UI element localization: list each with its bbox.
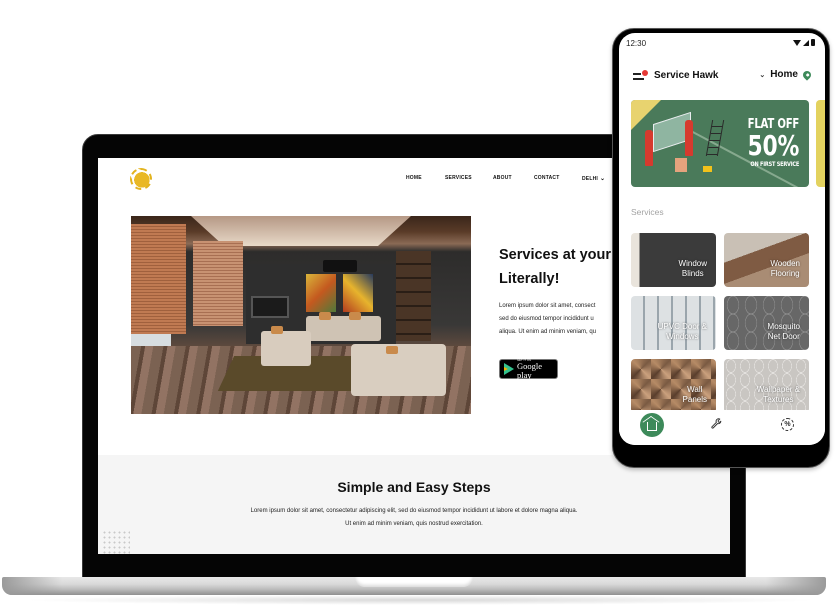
google-play-button[interactable]: GET IT ON Google play	[499, 359, 558, 379]
chevron-down-icon: ⌄	[759, 71, 766, 79]
home-icon	[647, 422, 657, 431]
steps-description: Lorem ipsum dolor sit amet, consectetur …	[98, 505, 730, 530]
steps-section: Simple and Easy Steps Lorem ipsum dolor …	[98, 455, 730, 554]
city-label: DELHI	[582, 176, 598, 182]
service-label: Wallpaper & Textures	[757, 385, 800, 405]
service-tile-mosquito-net-door[interactable]: Mosquito Net Door	[724, 296, 809, 350]
status-bar: 12:30	[619, 33, 825, 53]
service-label-line: Wooden	[770, 259, 800, 268]
service-label: Wall Panels	[683, 385, 707, 405]
service-label-line: Textures	[763, 395, 794, 404]
service-label: UPVC Door & Windows	[658, 322, 707, 342]
device-mockup: HOME SERVICES ABOUT CONTACT DELHI ⌄ Serv…	[0, 0, 839, 611]
service-label: Mosquito Net Door	[768, 322, 800, 342]
service-label-line: Wallpaper &	[756, 385, 800, 394]
wrench-icon[interactable]	[710, 418, 723, 434]
stool-illustration	[675, 158, 687, 172]
cushion	[319, 312, 331, 320]
television	[251, 296, 289, 318]
service-label-line: Window	[678, 259, 707, 268]
wrench-glyph	[711, 418, 722, 429]
service-label-line: Wall	[687, 385, 703, 394]
battery-icon	[811, 39, 815, 46]
painting	[306, 274, 336, 312]
window-blind	[193, 241, 243, 326]
service-label-line: Panels	[682, 395, 707, 404]
cushion	[386, 346, 398, 354]
location-label: Home	[770, 69, 798, 80]
window-blind	[131, 224, 186, 334]
bottom-nav: %	[619, 410, 825, 445]
worker-illustration	[645, 130, 653, 166]
hero-title-line: Literally!	[499, 271, 560, 287]
service-label: Window Blinds	[679, 259, 707, 279]
cushion	[349, 312, 361, 320]
sofa	[306, 316, 381, 341]
next-promo-banner-peek[interactable]	[816, 100, 825, 187]
offers-icon[interactable]: %	[781, 418, 794, 431]
notification-dot-icon	[642, 70, 648, 76]
location-selector[interactable]: ⌄ Home	[759, 68, 813, 81]
service-label-line: Net Door	[767, 332, 800, 341]
ladder-illustration	[705, 120, 725, 156]
google-play-text: GET IT ON Google play	[517, 359, 557, 380]
wifi-icon	[793, 39, 801, 46]
laptop-trackpad-notch	[355, 577, 473, 587]
steps-text-line: Ut enim ad minim veniam, quis nostrud ex…	[345, 520, 483, 527]
service-label-line: Blinds	[681, 269, 704, 278]
location-pin-icon	[801, 68, 813, 81]
offer-percent: 50%	[747, 129, 799, 162]
service-label-line: Windows	[666, 332, 699, 341]
offer-line: ON FIRST SERVICE	[750, 160, 799, 168]
hero-title-line: Services at your	[499, 247, 612, 263]
nav-home-button[interactable]	[640, 413, 664, 437]
worker-illustration	[685, 120, 693, 156]
nav-contact[interactable]: CONTACT	[534, 175, 559, 181]
cushion	[271, 326, 283, 334]
dot-pattern-decoration	[102, 530, 130, 554]
painting	[343, 274, 373, 312]
promo-banner[interactable]: FLAT OFF 50% ON FIRST SERVICE	[631, 100, 809, 187]
status-time: 12:30	[626, 39, 647, 48]
phone-screen: 12:30 Service Hawk ⌄ Home FLAT OFF 50% O…	[619, 33, 825, 445]
chevron-down-icon: ⌄	[600, 176, 606, 182]
toolbox-illustration	[703, 166, 712, 172]
pendant-lamp	[323, 260, 357, 272]
badge-label: Google play	[517, 360, 543, 380]
app-title: Service Hawk	[654, 70, 719, 81]
hero-text-line: Lorem ipsum dolor sit amet, consect	[499, 303, 596, 309]
service-label-line: UPVC Door &	[657, 322, 707, 331]
sofa	[351, 344, 446, 396]
service-label: Wooden Flooring	[770, 259, 800, 279]
nav-services[interactable]: SERVICES	[445, 175, 472, 181]
status-icons	[793, 39, 815, 46]
hero-title: Services at your Literally!	[499, 243, 611, 291]
banner-offer-text: FLAT OFF 50% ON FIRST SERVICE	[747, 118, 799, 168]
steps-title: Simple and Easy Steps	[337, 479, 491, 495]
hawk-logo-icon[interactable]	[130, 168, 152, 190]
services-heading: Services	[631, 207, 664, 217]
service-tile-upvc-door-windows[interactable]: UPVC Door & Windows	[631, 296, 716, 350]
app-bar: Service Hawk ⌄ Home	[619, 66, 825, 88]
service-tile-wooden-flooring[interactable]: Wooden Flooring	[724, 233, 809, 287]
service-label-line: Flooring	[770, 269, 800, 278]
nav-city-dropdown[interactable]: DELHI ⌄	[582, 175, 605, 182]
bookshelf	[396, 251, 431, 341]
armchair	[261, 331, 311, 366]
hero-living-room-image	[131, 216, 471, 414]
hero-description: Lorem ipsum dolor sit amet, consect sed …	[499, 300, 596, 339]
signal-icon	[803, 39, 809, 46]
google-play-icon	[504, 363, 514, 375]
service-tile-window-blinds[interactable]: Window Blinds	[631, 233, 716, 287]
laptop-shadow	[20, 595, 820, 605]
steps-text-line: Lorem ipsum dolor sit amet, consectetur …	[250, 508, 578, 514]
hero-text-line: aliqua. Ut enim ad minim veniam, qu	[499, 329, 597, 335]
service-tile-wallpaper-textures[interactable]: Wallpaper & Textures	[724, 359, 809, 413]
service-label-line: Mosquito	[767, 322, 800, 331]
service-tile-wall-panels[interactable]: Wall Panels	[631, 359, 716, 413]
hero-text-line: sed do eiusmod tempor incididunt u	[499, 316, 594, 322]
nav-home[interactable]: HOME	[406, 175, 422, 181]
nav-about[interactable]: ABOUT	[493, 175, 512, 181]
